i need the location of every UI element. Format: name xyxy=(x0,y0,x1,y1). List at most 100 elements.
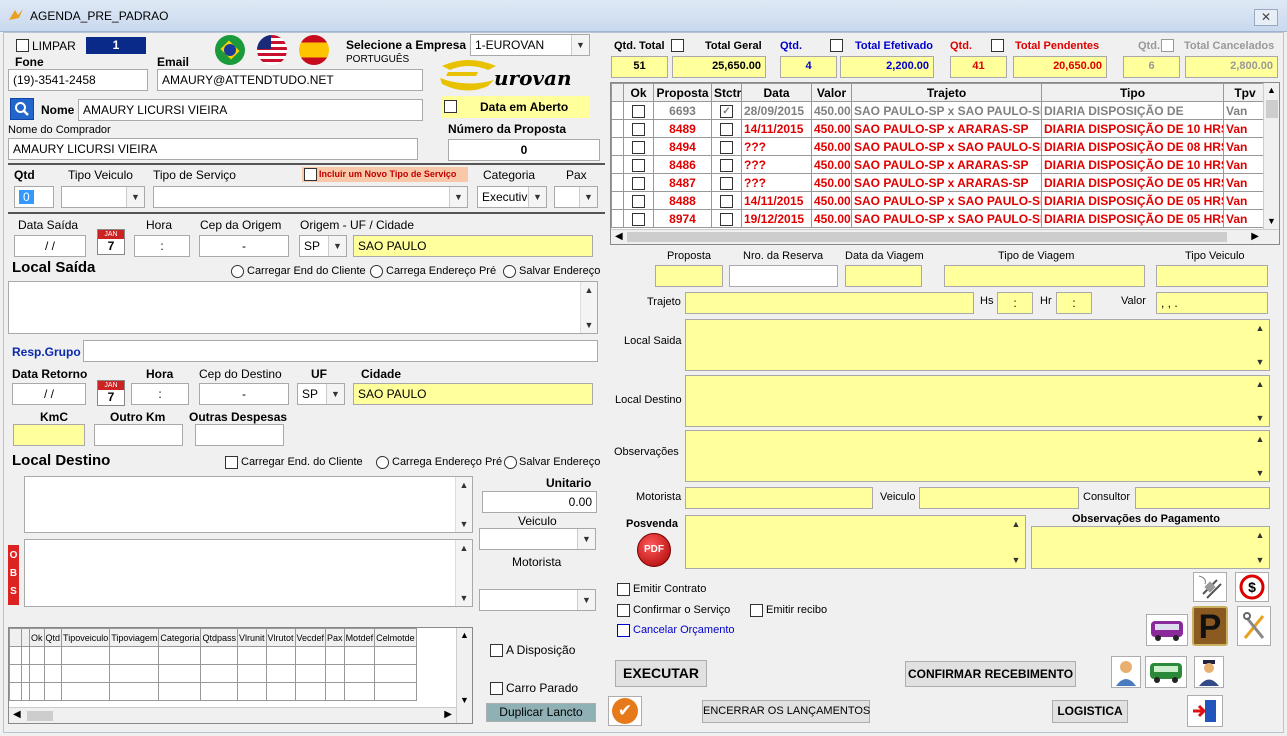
detail-local-saida-textarea[interactable] xyxy=(685,319,1270,371)
pax-select[interactable]: ▼ xyxy=(554,186,598,208)
grid-column-header[interactable]: Tipoviagem xyxy=(109,628,160,647)
column-header[interactable]: Proposta xyxy=(653,83,712,102)
checkbox-cell[interactable] xyxy=(623,173,654,192)
scrollbar[interactable]: ▲ ▼ xyxy=(1252,320,1269,370)
checkbox-cell[interactable]: ✓ xyxy=(711,101,742,120)
nome-field[interactable]: AMAURY LICURSI VIEIRA xyxy=(78,99,423,121)
grid-column-header[interactable]: Vecdef xyxy=(294,628,327,647)
qtd-efet-checkbox[interactable] xyxy=(830,39,843,52)
data-retorno-field[interactable]: / / xyxy=(12,383,86,405)
carrega-pre2-radio[interactable] xyxy=(376,456,389,469)
duplicar-button[interactable]: Duplicar Lancto xyxy=(486,703,596,722)
calendar-icon[interactable]: JAN 7 xyxy=(97,229,125,255)
ok-checkbox[interactable] xyxy=(632,158,645,172)
satellite-button[interactable] xyxy=(1193,572,1227,602)
table-row[interactable]: 8486??? 450.00 SAO PAULO-SP x ARARAS-SP DIA… xyxy=(611,155,1267,174)
grid-column-header[interactable]: Vlrunit xyxy=(236,628,267,647)
scrollbar[interactable]: ▲ ▼ xyxy=(580,282,597,333)
stctr-checkbox[interactable]: ✓ xyxy=(720,104,733,118)
obs-textarea[interactable] xyxy=(24,539,473,607)
tools-button[interactable] xyxy=(1237,606,1271,646)
obs-pagamento-textarea[interactable] xyxy=(1031,526,1270,569)
horizontal-scrollbar[interactable]: ◀ ▶ xyxy=(9,707,472,723)
checkbox-cell[interactable] xyxy=(711,209,742,228)
veiculo-select[interactable]: ▼ xyxy=(479,528,596,550)
grid-column-header[interactable]: Tipoveiculo xyxy=(61,628,111,647)
table-row[interactable]: 8494??? 450.00 SAO PAULO-SP x SAO PAULO-SP… xyxy=(611,137,1267,156)
stctr-checkbox[interactable] xyxy=(720,194,733,208)
carrega-pre-radio[interactable] xyxy=(370,265,383,278)
checkbox-cell[interactable] xyxy=(623,155,654,174)
column-header[interactable]: Stctr xyxy=(711,83,742,102)
column-header[interactable]: Tipo xyxy=(1041,83,1224,102)
resp-grupo-field[interactable] xyxy=(83,340,598,362)
cep-origem-field[interactable]: - xyxy=(199,235,289,257)
items-grid[interactable]: Ok Qtd Tipoveiculo Tipoviagem Categoria Qtdpa… xyxy=(8,627,473,724)
ok-checkbox[interactable] xyxy=(632,194,645,208)
table-row[interactable]: 8488 14/11/2015 450.00 SAO PAULO-SP x SAO P… xyxy=(611,191,1267,210)
grid-column-header[interactable]: Categoria xyxy=(158,628,202,647)
row-selector[interactable] xyxy=(611,191,624,210)
cidade-origem-field[interactable]: SAO PAULO xyxy=(353,235,593,257)
grid-column-header[interactable]: Pax xyxy=(325,628,345,647)
trajeto-field[interactable] xyxy=(685,292,974,314)
calendar-icon[interactable]: JAN 7 xyxy=(97,380,125,406)
detail-local-destino-textarea[interactable] xyxy=(685,375,1270,427)
user-button[interactable] xyxy=(1111,656,1141,688)
no-money-button[interactable]: $ xyxy=(1235,572,1269,602)
encerrar-button[interactable]: ENCERRAR OS LANÇAMENTOS xyxy=(702,700,870,723)
row-selector[interactable] xyxy=(611,209,624,228)
novo-tipo-checkbox[interactable] xyxy=(304,168,317,181)
grid-column-header[interactable]: Motdef xyxy=(343,628,376,647)
tipo-viagem-field[interactable] xyxy=(944,265,1145,287)
ok-checkbox[interactable] xyxy=(632,176,645,190)
qtd-field[interactable]: 0 xyxy=(14,186,54,208)
uf-origem-select[interactable]: SP ▼ xyxy=(299,235,347,257)
data-viagem-field[interactable] xyxy=(845,265,922,287)
hr-field[interactable]: : xyxy=(1056,292,1092,314)
cep-destino-field[interactable]: - xyxy=(199,383,289,405)
checkbox-cell[interactable] xyxy=(711,155,742,174)
unitario-field[interactable]: 0.00 xyxy=(482,491,597,513)
valor-field[interactable]: , , . xyxy=(1156,292,1268,314)
local-destino-textarea[interactable] xyxy=(24,476,473,533)
consultor-field[interactable] xyxy=(1135,487,1270,509)
emitir-recibo-checkbox[interactable] xyxy=(750,604,763,617)
confirmar-recebimento-button[interactable]: CONFIRMAR RECEBIMENTO xyxy=(905,661,1076,687)
ok-checkbox[interactable] xyxy=(632,104,645,118)
bus-button[interactable] xyxy=(1146,614,1188,646)
grid-column-header[interactable]: Ok xyxy=(29,628,45,647)
stctr-checkbox[interactable] xyxy=(720,176,733,190)
obs-tab[interactable]: OBS xyxy=(8,545,19,605)
scrollbar[interactable]: ▲ ▼ xyxy=(1252,431,1269,481)
checkbox-cell[interactable] xyxy=(623,209,654,228)
qtd-canc-checkbox[interactable] xyxy=(1161,39,1174,52)
row-selector[interactable] xyxy=(611,155,624,174)
grid-column-header[interactable]: Vlrutot xyxy=(265,628,296,647)
executar-button[interactable]: EXECUTAR xyxy=(615,660,707,687)
ok-checkbox[interactable] xyxy=(632,212,645,226)
grid-column-header[interactable]: Qtd xyxy=(43,628,63,647)
confirmar-servico-checkbox[interactable] xyxy=(617,604,630,617)
hora-field[interactable]: : xyxy=(134,235,190,257)
exit-button[interactable] xyxy=(1187,695,1223,727)
tipo-veiculo-select[interactable]: ▼ xyxy=(61,186,145,208)
row-selector[interactable] xyxy=(611,137,624,156)
checkbox-cell[interactable] xyxy=(711,173,742,192)
salvar-endereco2-radio[interactable] xyxy=(504,456,517,469)
column-header[interactable]: Valor xyxy=(811,83,852,102)
confirm-check-button[interactable]: ✔ xyxy=(608,696,642,726)
data-saida-field[interactable]: / / xyxy=(14,235,86,257)
categoria-select[interactable]: Executivo ▼ xyxy=(477,186,547,208)
fone-field[interactable]: (19)-3541-2458 xyxy=(8,69,148,91)
carregar-cliente-radio[interactable] xyxy=(231,265,244,278)
search-button[interactable] xyxy=(10,98,34,120)
motorista-select[interactable]: ▼ xyxy=(479,589,596,611)
vertical-scrollbar[interactable]: ▲ ▼ xyxy=(456,628,472,723)
vertical-scrollbar[interactable]: ▲ ▼ xyxy=(1263,83,1279,244)
detail-veiculo-field[interactable] xyxy=(919,487,1079,509)
comprador-field[interactable]: AMAURY LICURSI VIEIRA xyxy=(8,138,418,160)
carregar-cliente2-checkbox[interactable] xyxy=(225,456,238,469)
truck-button[interactable] xyxy=(1145,656,1187,688)
observacoes-textarea[interactable] xyxy=(685,430,1270,482)
